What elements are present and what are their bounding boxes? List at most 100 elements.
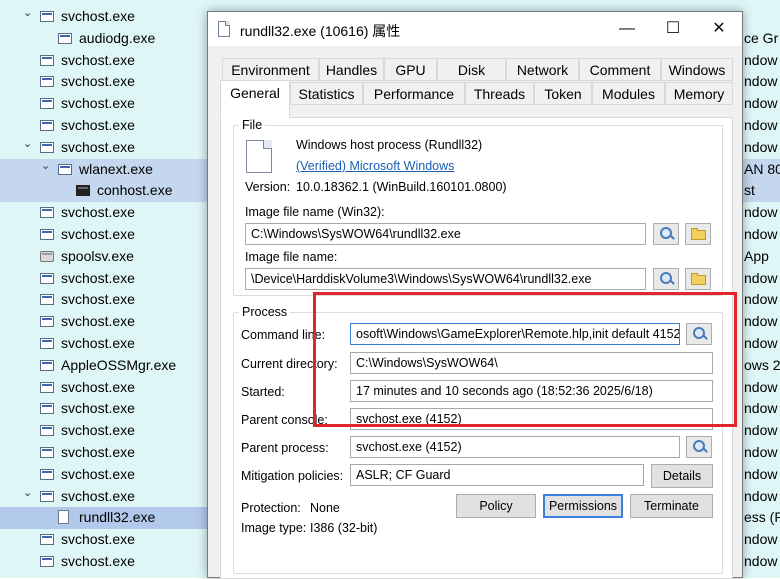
process-description-cell: ndow [744,422,778,439]
window-icon [40,338,54,349]
process-description-cell: ndow [744,487,778,504]
window-icon [40,294,54,306]
process-name: svchost.exe [61,117,135,133]
image-win32-field[interactable]: C:\Windows\SysWOW64\rundll32.exe [245,223,646,245]
tab-environment[interactable]: Environment [222,58,319,81]
window-icon [58,163,72,175]
process-description-cell: ndow [744,117,778,133]
process-description-cell: ndow [744,444,778,460]
dialog-titlebar[interactable]: rundll32.exe (10616) 属性 — ☐ ✕ [208,12,742,46]
process-description-cell: ndow [744,51,778,68]
parent-process-field[interactable]: svchost.exe (4152) [350,436,680,458]
inspect-search-icon[interactable] [653,268,679,290]
process-description-cell: ndow [744,335,778,351]
process-name: svchost.exe [61,487,135,504]
tab-network[interactable]: Network [506,58,579,81]
tab-modules[interactable]: Modules [592,82,665,105]
process-description-cell: ess (R [744,509,780,526]
window-icon [40,141,54,153]
window-icon [40,556,54,567]
mitigation-policies-label: Mitigation policies: [241,469,344,483]
window-icon [40,54,54,66]
process-name: audiodg.exe [79,29,156,46]
image-native-label: Image file name: [245,250,338,264]
window-icon [40,272,54,284]
process-description-cell: ndow [744,313,778,330]
window-icon [40,403,54,415]
image-native-field[interactable]: \Device\HarddiskVolume3\Windows\SysWOW64… [245,268,646,290]
open-folder-icon[interactable] [685,223,711,245]
tab-statistics[interactable]: Statistics [290,82,363,105]
chevron-down-icon[interactable]: ⌄ [41,156,50,178]
process-description-cell: ndow [744,291,778,308]
window-icon [40,468,54,480]
process-description-cell: ndow [744,400,778,417]
process-name: conhost.exe [97,182,173,199]
version-value: 10.0.18362.1 (WinBuild.160101.0800) [296,180,507,194]
details-button[interactable]: Details [651,464,713,488]
policy-button[interactable]: Policy [456,494,536,518]
window-icon [40,490,54,502]
tab-memory[interactable]: Memory [665,82,733,105]
window-icon [40,316,54,328]
window-icon [40,98,54,110]
process-description-cell: st [744,182,755,199]
tab-threads[interactable]: Threads [465,82,534,105]
process-description-cell: ndow [744,269,778,286]
process-name: svchost.exe [61,378,135,395]
tab-token[interactable]: Token [534,82,592,105]
mitigation-policies-field[interactable]: ASLR; CF Guard [350,464,644,486]
file-icon [218,21,230,37]
process-description-cell: ndow [744,531,778,548]
process-description-cell: ndow [744,95,778,112]
process-group-title: Process [239,305,291,319]
minimize-button[interactable]: — [604,12,650,46]
process-name: svchost.exe [61,204,135,221]
tab-comment[interactable]: Comment [579,58,661,81]
process-name: svchost.exe [61,269,135,286]
inspect-search-icon[interactable] [686,436,712,458]
process-description-cell: ndow [744,226,778,242]
process-name: svchost.exe [61,335,135,351]
window-icon [40,207,54,219]
process-name: rundll32.exe [79,509,156,526]
window-icon [40,359,54,371]
red-highlight-box [313,292,737,427]
tab-handles[interactable]: Handles [319,58,384,81]
terminate-button[interactable]: Terminate [630,494,713,518]
verified-company-link[interactable]: (Verified) Microsoft Windows [296,159,454,173]
started-label: Started: [241,385,285,399]
process-name: svchost.exe [61,95,135,112]
tree-row[interactable]: rundll32.exe ess (R [0,507,780,530]
permissions-button[interactable]: Permissions [543,494,623,518]
process-name: svchost.exe [61,422,135,439]
process-name: svchost.exe [61,73,135,90]
printer-icon [40,250,54,262]
window-icon [40,229,54,240]
open-folder-icon[interactable] [685,268,711,290]
tab-disk[interactable]: Disk [437,58,506,81]
process-name: svchost.exe [61,8,135,24]
tab-windows[interactable]: Windows [661,58,733,81]
process-description-cell: ndow [744,73,778,90]
chevron-down-icon[interactable]: ⌄ [23,134,32,156]
tab-general[interactable]: General [220,80,290,118]
chevron-down-icon[interactable]: ⌄ [23,3,32,25]
image-win32-label: Image file name (Win32): [245,205,385,219]
parent-process-label: Parent process: [241,441,329,455]
file-description: Windows host process (Rundll32) [296,138,483,152]
image-type-value: I386 (32-bit) [310,521,378,535]
inspect-search-icon[interactable] [653,223,679,245]
chevron-down-icon[interactable]: ⌄ [23,483,32,505]
process-name: AppleOSSMgr.exe [61,356,177,373]
window-icon [40,11,54,22]
file-group-title: File [239,118,266,132]
process-name: svchost.exe [61,465,135,482]
close-button[interactable]: ✕ [696,12,742,46]
window-icon [40,447,54,458]
dialog-title: rundll32.exe (10616) 属性 [240,23,401,39]
process-name: svchost.exe [61,313,135,330]
tab-performance[interactable]: Performance [363,82,465,105]
maximize-button[interactable]: ☐ [650,12,696,46]
tab-gpu[interactable]: GPU [384,58,437,81]
